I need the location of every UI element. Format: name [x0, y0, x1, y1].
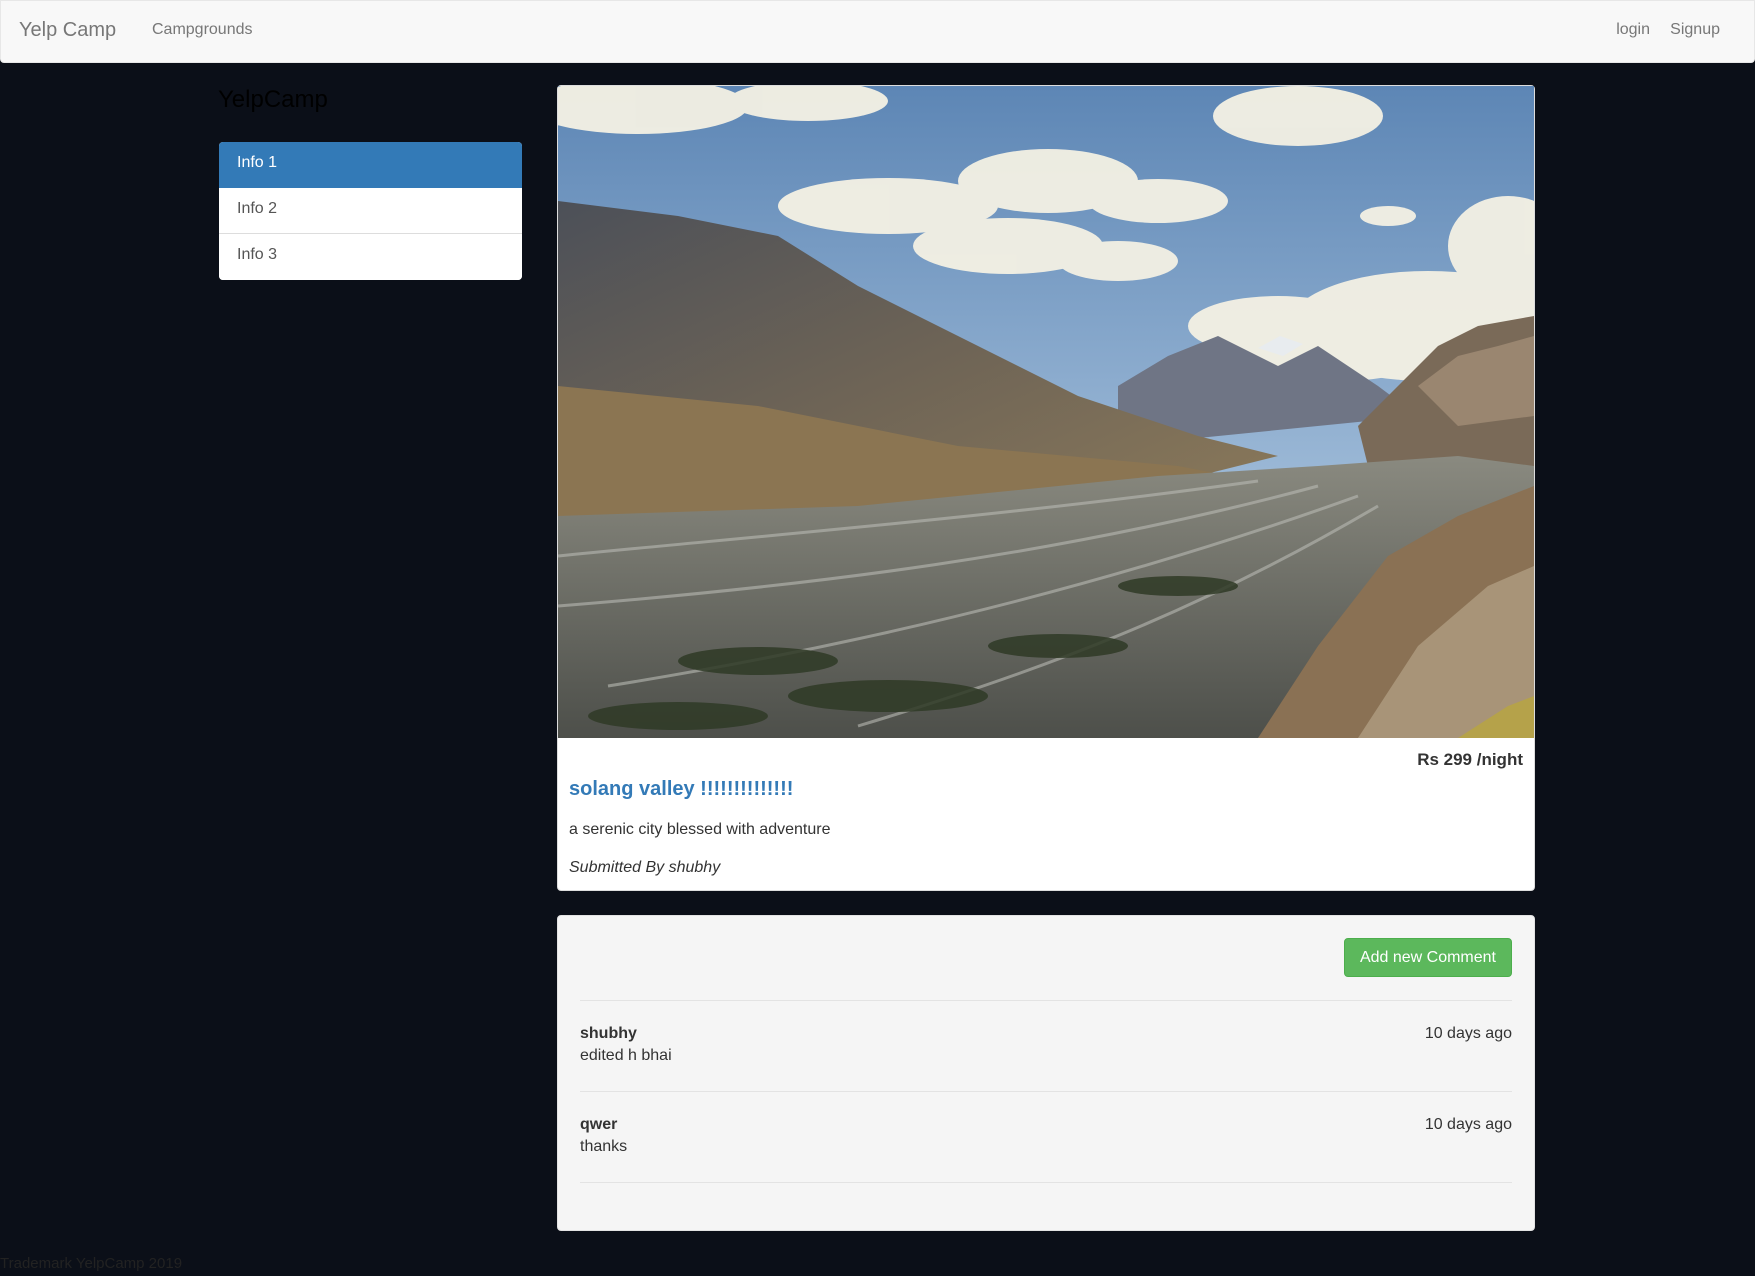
campground-card: Rs 299 /night solang valley !!!!!!!!!!!!… [557, 85, 1535, 891]
comment-author: qwer [580, 1116, 618, 1133]
comment-time: 10 days ago [1424, 1025, 1512, 1042]
campground-image [558, 86, 1534, 738]
campground-price: Rs 299 /night [1417, 750, 1523, 769]
info-list: Info 1 Info 2 Info 3 [219, 142, 522, 280]
brand-link[interactable]: Yelp Camp [19, 19, 116, 42]
nav-link-signup[interactable]: Signup [1670, 21, 1720, 39]
nav-link-login[interactable]: login [1616, 21, 1650, 39]
comments-panel: Add new Comment shubhy 10 days ago edite… [557, 915, 1535, 1231]
divider [580, 1091, 1512, 1092]
campground-title[interactable]: solang valley !!!!!!!!!!!!!! [569, 778, 793, 801]
list-item-info-3[interactable]: Info 3 [219, 234, 522, 280]
divider [580, 1000, 1512, 1001]
comment-time: 10 days ago [1424, 1116, 1512, 1133]
sidebar-heading: YelpCamp [218, 86, 328, 113]
footer-text: Trademark YelpCamp 2019 [0, 1255, 183, 1272]
comment-text: edited h bhai [580, 1047, 672, 1064]
comment-text: thanks [580, 1138, 628, 1155]
list-item-info-2[interactable]: Info 2 [219, 188, 522, 234]
comment-author: shubhy [580, 1025, 637, 1042]
navbar: Yelp Camp Campgrounds login Signup [0, 0, 1755, 63]
list-item-info-1[interactable]: Info 1 [219, 142, 522, 188]
divider [580, 1182, 1512, 1183]
comment-item: qwer 10 days ago thanks [580, 1116, 1512, 1176]
campground-description: a serenic city blessed with adventure [569, 821, 831, 838]
add-comment-button[interactable]: Add new Comment [1343, 938, 1512, 977]
nav-link-campgrounds[interactable]: Campgrounds [152, 21, 253, 39]
comment-item: shubhy 10 days ago edited h bhai [580, 1025, 1512, 1085]
submitted-by: Submitted By shubhy [569, 859, 721, 876]
